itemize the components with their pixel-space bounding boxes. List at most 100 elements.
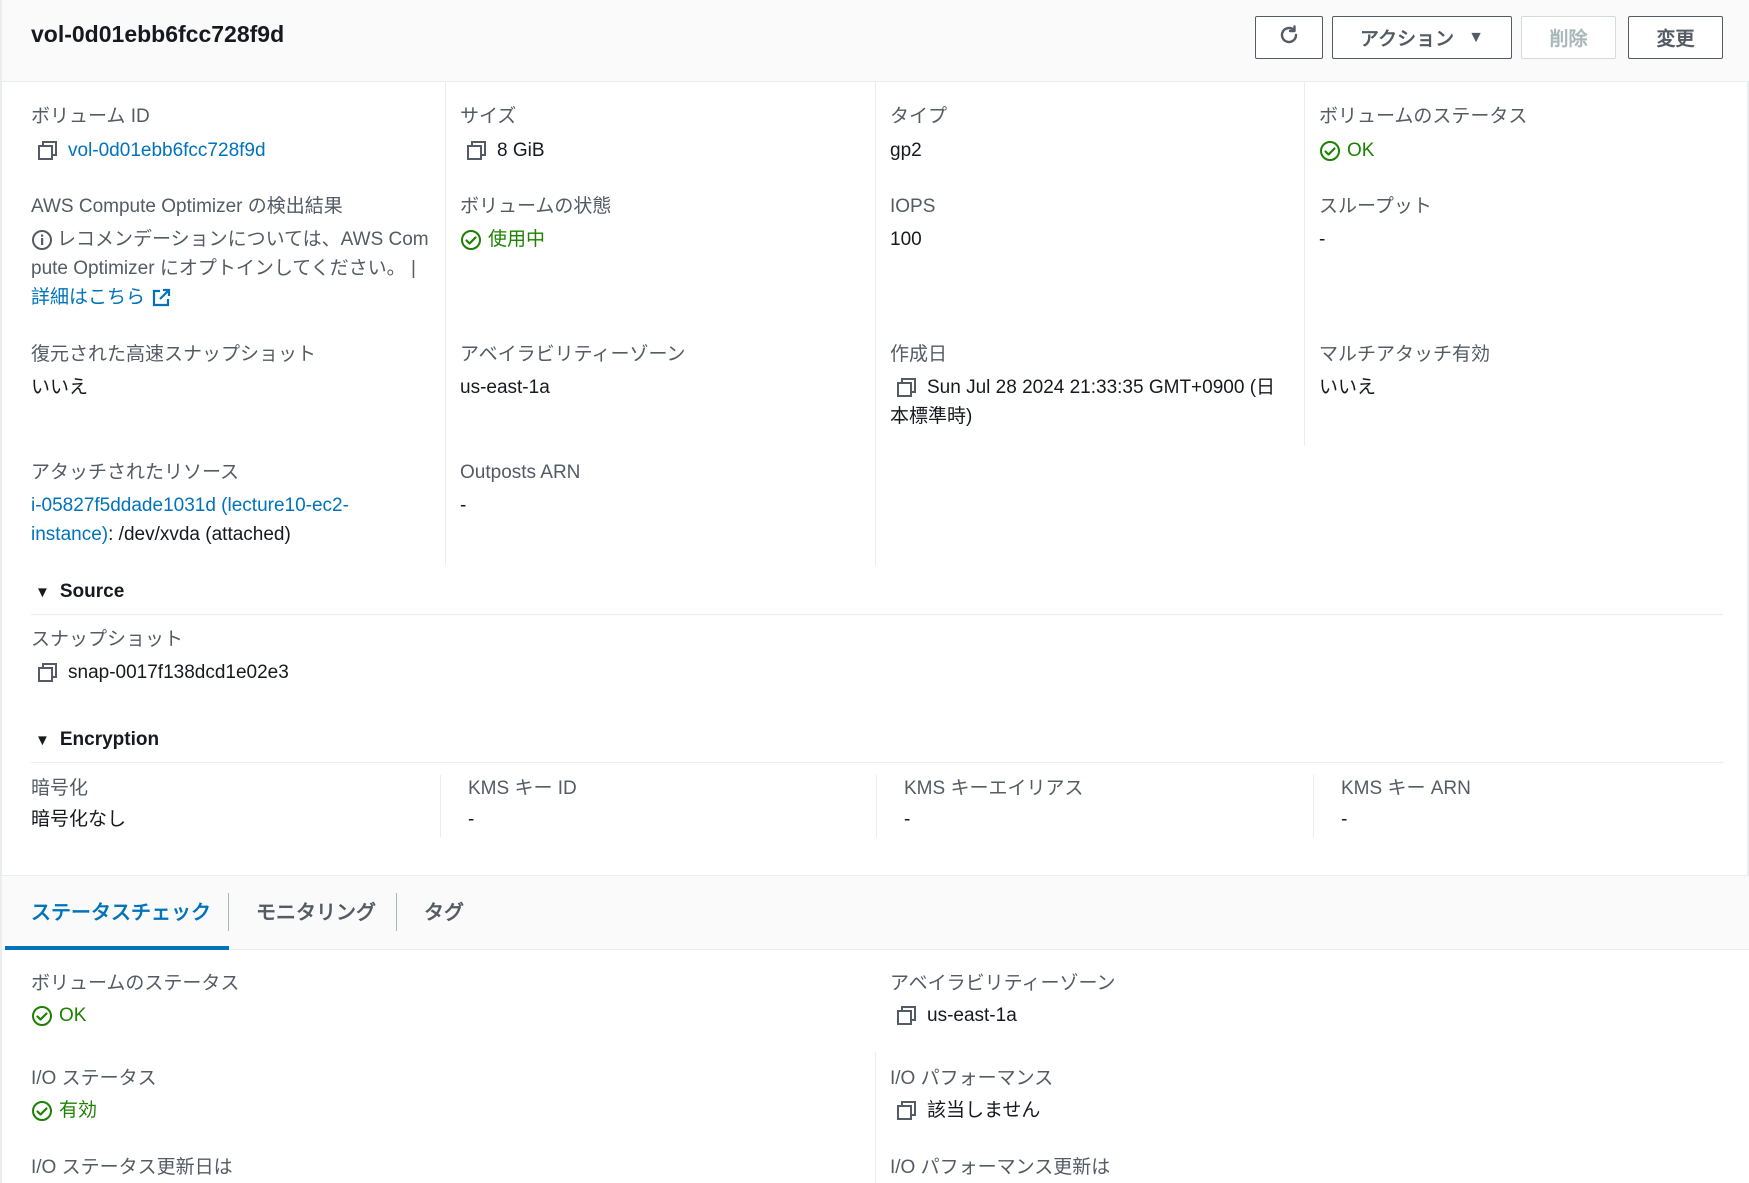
volume-state-value: 使用中 — [488, 229, 546, 250]
io-performance-value: 該当しません — [927, 1100, 1041, 1121]
caret-down-icon: ▼ — [35, 731, 50, 749]
copy-icon[interactable] — [896, 377, 918, 399]
created-value: Sun Jul 28 2024 21:33:35 GMT+0900 (日 — [927, 377, 1276, 398]
instance-link[interactable]: i-05827f5ddade1031d (lecture10-ec2- — [31, 491, 349, 520]
copy-icon[interactable] — [37, 662, 59, 684]
field-sc-volume-status: ボリュームのステータス OK — [31, 971, 239, 1030]
field-volume-status: ボリュームのステータス OK — [1319, 104, 1527, 165]
field-label: タイプ — [890, 106, 948, 127]
field-io-performance: I/O パフォーマンス 該当しません — [890, 1066, 1053, 1125]
field-label: 作成日 — [890, 344, 948, 365]
delete-button[interactable]: 削除 — [1521, 16, 1616, 59]
page-title: vol-0d01ebb6fcc728f9d — [31, 21, 285, 47]
field-volume-state: ボリュームの状態 使用中 — [460, 194, 611, 254]
caret-down-icon: ▼ — [35, 583, 50, 601]
optimizer-text: レコメンデーションについては、AWS Com — [57, 229, 429, 250]
field-label: ボリュームのステータス — [31, 973, 240, 994]
field-label: ボリュームのステータス — [1319, 106, 1528, 127]
attached-device: : /dev/xvda (attached) — [108, 524, 291, 545]
field-label: KMS キー ARN — [1341, 778, 1471, 799]
edit-button[interactable]: 変更 — [1628, 16, 1723, 59]
field-label: AWS Compute Optimizer の検出結果 — [31, 196, 343, 217]
column-divider — [1304, 82, 1305, 446]
field-type: タイプ gp2 — [890, 104, 947, 165]
field-label: ボリューム ID — [31, 106, 150, 127]
field-label: アベイラビリティーゾーン — [460, 344, 686, 365]
field-label: スナップショット — [31, 629, 184, 650]
instance-link-cont[interactable]: instance) — [31, 524, 108, 545]
field-compute-optimizer: AWS Compute Optimizer の検出結果 レコメンデーションについ… — [31, 194, 436, 312]
column-divider — [1313, 775, 1314, 837]
tab-monitoring[interactable]: モニタリング — [256, 896, 376, 925]
encryption-section-title: Encryption — [59, 729, 160, 750]
field-volume-id: ボリューム ID vol-0d01ebb6fcc728f9d — [31, 104, 266, 165]
source-section-toggle[interactable]: ▼ Source — [35, 581, 124, 603]
field-io-performance-updated: I/O パフォーマンス更新は — [890, 1155, 1110, 1181]
kms-key-alias-value: - — [904, 809, 911, 830]
field-label: I/O ステータス更新日は — [31, 1157, 233, 1178]
multi-attach-value: いいえ — [1319, 377, 1377, 398]
column-divider — [875, 82, 876, 565]
size-value: 8 GiB — [497, 140, 545, 161]
info-icon — [31, 229, 53, 251]
tab-separator — [228, 893, 229, 931]
detail-tabs: ステータスチェック モニタリング タグ — [0, 875, 1749, 950]
learn-more-link[interactable]: 詳細はこちら — [31, 283, 145, 312]
column-divider — [876, 775, 877, 837]
field-label: I/O パフォーマンス — [890, 1068, 1054, 1089]
field-kms-key-arn: KMS キー ARN - — [1341, 776, 1471, 834]
field-iops: IOPS 100 — [890, 194, 935, 254]
iops-value: 100 — [890, 229, 922, 250]
field-label: KMS キー ID — [468, 778, 577, 799]
field-sc-availability-zone: アベイラビリティーゾーン us-east-1a — [890, 971, 1116, 1030]
field-size: サイズ 8 GiB — [460, 104, 545, 165]
throughput-value: - — [1319, 229, 1326, 250]
divider — [31, 762, 1723, 763]
field-label: スループット — [1319, 196, 1432, 217]
caret-down-icon: ▼ — [1468, 28, 1484, 46]
field-throughput: スループット - — [1319, 194, 1432, 254]
check-circle-icon — [31, 1100, 53, 1122]
field-outposts-arn: Outposts ARN - — [460, 460, 580, 520]
field-fast-snapshot: 復元された高速スナップショット いいえ — [31, 342, 316, 402]
actions-label: アクション — [1360, 29, 1455, 50]
field-label: 復元された高速スナップショット — [31, 344, 317, 365]
encryption-section-toggle[interactable]: ▼ Encryption — [35, 729, 159, 751]
refresh-button[interactable] — [1255, 16, 1323, 59]
io-status-value: 有効 — [59, 1100, 98, 1121]
field-label: サイズ — [460, 106, 517, 127]
field-label: IOPS — [890, 196, 936, 217]
refresh-icon — [1277, 23, 1301, 53]
copy-icon[interactable] — [37, 140, 59, 162]
volume-id-link[interactable]: vol-0d01ebb6fcc728f9d — [68, 136, 266, 165]
check-circle-icon — [31, 1005, 53, 1027]
copy-icon[interactable] — [466, 140, 488, 162]
field-kms-key-id: KMS キー ID - — [468, 776, 577, 834]
copy-icon[interactable] — [896, 1100, 918, 1122]
tab-status-check[interactable]: ステータスチェック — [31, 896, 211, 925]
actions-dropdown-button[interactable]: アクション ▼ — [1332, 16, 1512, 59]
field-label: I/O パフォーマンス更新は — [890, 1157, 1111, 1178]
field-encryption: 暗号化 暗号化なし — [31, 776, 126, 834]
field-label: アタッチされたリソース — [31, 462, 240, 483]
kms-key-id-value: - — [468, 809, 475, 830]
field-snapshot: スナップショット snap-0017f138dcd1e02e3 — [31, 627, 289, 687]
copy-icon[interactable] — [896, 1005, 918, 1027]
column-divider — [440, 775, 441, 837]
field-label: マルチアタッチ有効 — [1319, 344, 1491, 365]
field-kms-key-alias: KMS キーエイリアス - — [904, 776, 1083, 834]
field-io-status: I/O ステータス 有効 — [31, 1066, 157, 1125]
external-link-icon[interactable] — [151, 288, 171, 308]
volume-header: vol-0d01ebb6fcc728f9d アクション ▼ 削除 変更 — [0, 0, 1749, 82]
field-label: ボリュームの状態 — [460, 196, 612, 217]
outposts-value: - — [460, 495, 467, 516]
field-io-status-updated: I/O ステータス更新日は — [31, 1155, 233, 1181]
created-value-cont: 本標準時) — [890, 406, 973, 427]
tab-tags[interactable]: タグ — [424, 896, 464, 925]
volume-status-value: OK — [1347, 140, 1375, 161]
source-section-title: Source — [59, 581, 125, 602]
divider — [31, 614, 1723, 615]
field-label: 暗号化 — [31, 778, 89, 799]
column-divider — [445, 82, 446, 565]
sc-az-value: us-east-1a — [927, 1005, 1017, 1026]
